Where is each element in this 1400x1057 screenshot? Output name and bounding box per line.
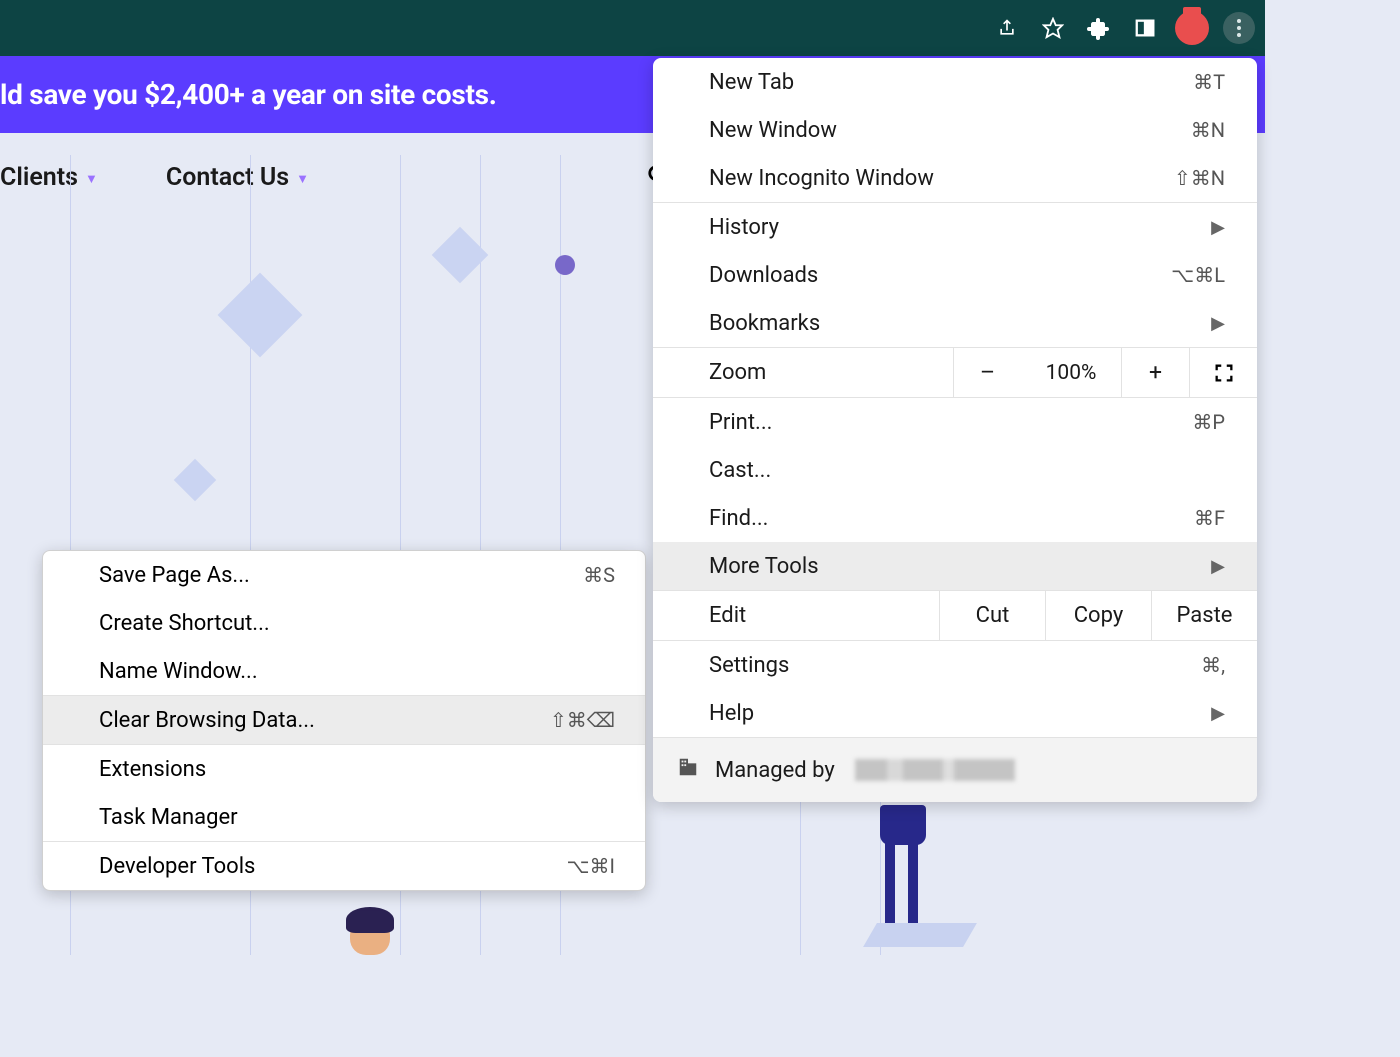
edit-cut-button[interactable]: Cut bbox=[939, 591, 1045, 640]
edit-paste-button[interactable]: Paste bbox=[1151, 591, 1257, 640]
submenu-label: Create Shortcut... bbox=[99, 611, 270, 636]
zoom-in-button[interactable]: + bbox=[1121, 348, 1189, 397]
menu-incognito[interactable]: New Incognito Window ⇧⌘N bbox=[653, 154, 1257, 202]
submenu-clear-browsing-data[interactable]: Clear Browsing Data... ⇧⌘⌫ bbox=[43, 696, 645, 744]
menu-bookmarks[interactable]: Bookmarks ▶ bbox=[653, 299, 1257, 347]
menu-new-tab[interactable]: New Tab ⌘T bbox=[653, 58, 1257, 106]
menu-shortcut: ⌘N bbox=[1191, 118, 1225, 142]
banner-text: ld save you $2,400+ a year on site costs… bbox=[0, 78, 497, 111]
chevron-right-icon: ▶ bbox=[1211, 556, 1225, 577]
submenu-task-manager[interactable]: Task Manager bbox=[43, 793, 645, 841]
zoom-out-button[interactable]: – bbox=[953, 348, 1021, 397]
managed-by-notice[interactable]: Managed by bbox=[653, 737, 1257, 802]
menu-label: Cast... bbox=[709, 458, 771, 483]
nav-contact[interactable]: Contact Us ▼ bbox=[166, 163, 309, 192]
menu-print[interactable]: Print... ⌘P bbox=[653, 398, 1257, 446]
caret-down-icon: ▼ bbox=[296, 171, 309, 187]
chevron-right-icon: ▶ bbox=[1211, 703, 1225, 724]
zoom-value: 100% bbox=[1021, 348, 1121, 397]
submenu-shortcut: ⌘S bbox=[583, 563, 615, 587]
menu-label: New Incognito Window bbox=[709, 166, 934, 191]
chrome-more-tools-submenu: Save Page As... ⌘S Create Shortcut... Na… bbox=[42, 550, 646, 891]
menu-label: History bbox=[709, 215, 779, 240]
managed-by-label: Managed by bbox=[715, 758, 835, 783]
submenu-label: Clear Browsing Data... bbox=[99, 708, 315, 733]
submenu-label: Name Window... bbox=[99, 659, 258, 684]
submenu-shortcut: ⌥⌘I bbox=[567, 854, 616, 878]
nav-clients-label: Clients bbox=[0, 163, 78, 192]
menu-shortcut: ⇧⌘N bbox=[1174, 166, 1225, 190]
menu-cast[interactable]: Cast... bbox=[653, 446, 1257, 494]
share-icon[interactable] bbox=[991, 12, 1023, 44]
menu-help[interactable]: Help ▶ bbox=[653, 689, 1257, 737]
submenu-label: Task Manager bbox=[99, 805, 238, 830]
extension-icon[interactable] bbox=[1083, 12, 1115, 44]
menu-shortcut: ⌘T bbox=[1193, 70, 1225, 94]
menu-label: Bookmarks bbox=[709, 311, 820, 336]
menu-label: New Tab bbox=[709, 70, 794, 95]
chrome-main-menu: New Tab ⌘T New Window ⌘N New Incognito W… bbox=[653, 58, 1257, 802]
caret-down-icon: ▼ bbox=[85, 171, 98, 187]
browser-toolbar bbox=[0, 0, 1265, 56]
chevron-right-icon: ▶ bbox=[1211, 313, 1225, 334]
profile-avatar[interactable] bbox=[1175, 11, 1209, 45]
menu-label: More Tools bbox=[709, 554, 819, 579]
submenu-label: Save Page As... bbox=[99, 563, 250, 588]
menu-find[interactable]: Find... ⌘F bbox=[653, 494, 1257, 542]
chevron-right-icon: ▶ bbox=[1211, 217, 1225, 238]
menu-label: Downloads bbox=[709, 263, 818, 288]
menu-downloads[interactable]: Downloads ⌥⌘L bbox=[653, 251, 1257, 299]
edit-label: Edit bbox=[653, 591, 939, 640]
submenu-developer-tools[interactable]: Developer Tools ⌥⌘I bbox=[43, 842, 645, 890]
menu-settings[interactable]: Settings ⌘, bbox=[653, 641, 1257, 689]
menu-new-window[interactable]: New Window ⌘N bbox=[653, 106, 1257, 154]
menu-label: Print... bbox=[709, 410, 772, 435]
menu-shortcut: ⌘P bbox=[1192, 410, 1225, 434]
submenu-name-window[interactable]: Name Window... bbox=[43, 647, 645, 695]
menu-label: Help bbox=[709, 701, 754, 726]
illustration-person bbox=[870, 835, 940, 955]
menu-edit: Edit Cut Copy Paste bbox=[653, 590, 1257, 641]
submenu-shortcut: ⇧⌘⌫ bbox=[550, 708, 615, 732]
submenu-create-shortcut[interactable]: Create Shortcut... bbox=[43, 599, 645, 647]
submenu-extensions[interactable]: Extensions bbox=[43, 745, 645, 793]
zoom-label: Zoom bbox=[653, 348, 953, 397]
menu-more-tools[interactable]: More Tools ▶ bbox=[653, 542, 1257, 590]
submenu-label: Developer Tools bbox=[99, 854, 255, 879]
menu-shortcut: ⌘, bbox=[1201, 653, 1225, 677]
illustration-head bbox=[350, 915, 390, 955]
menu-label: Settings bbox=[709, 653, 789, 678]
edit-copy-button[interactable]: Copy bbox=[1045, 591, 1151, 640]
fullscreen-icon[interactable] bbox=[1189, 348, 1257, 397]
managed-by-org-redacted bbox=[855, 759, 1015, 781]
more-vertical-icon[interactable] bbox=[1223, 12, 1255, 44]
menu-shortcut: ⌘F bbox=[1194, 506, 1225, 530]
menu-history[interactable]: History ▶ bbox=[653, 203, 1257, 251]
menu-shortcut: ⌥⌘L bbox=[1171, 263, 1225, 287]
menu-label: Find... bbox=[709, 506, 768, 531]
nav-contact-label: Contact Us bbox=[166, 163, 289, 192]
submenu-label: Extensions bbox=[99, 757, 206, 782]
nav-clients[interactable]: Clients ▼ bbox=[0, 163, 98, 192]
panel-icon[interactable] bbox=[1129, 12, 1161, 44]
menu-label: New Window bbox=[709, 118, 837, 143]
building-icon bbox=[677, 756, 699, 784]
submenu-save-page[interactable]: Save Page As... ⌘S bbox=[43, 551, 645, 599]
menu-zoom: Zoom – 100% + bbox=[653, 347, 1257, 398]
star-icon[interactable] bbox=[1037, 12, 1069, 44]
